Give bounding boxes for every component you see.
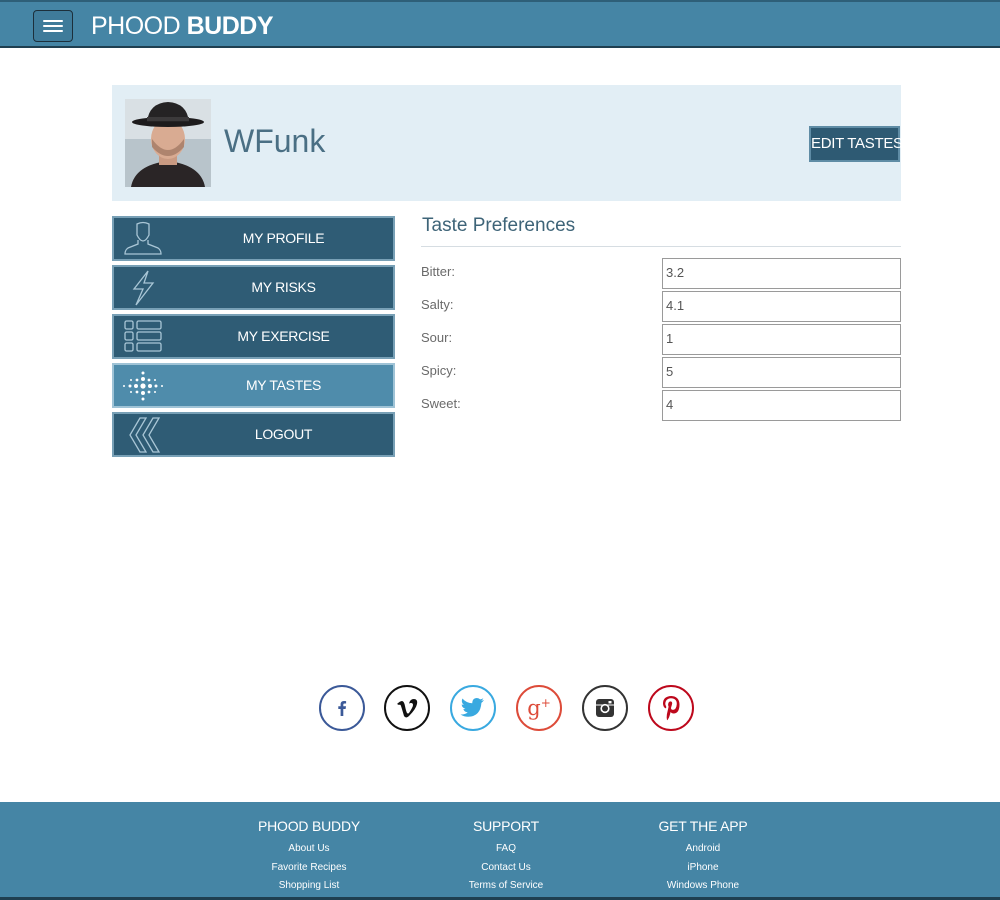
edit-tastes-button[interactable]: EDIT TASTES (809, 126, 903, 162)
sidebar-item-logout[interactable]: LOGOUT (112, 412, 395, 457)
chevrons-left-icon (120, 416, 166, 454)
footer-column-phood-buddy: PHOOD BUDDY About Us Favorite Recipes Sh… (209, 818, 409, 896)
footer-column-title: PHOOD BUDDY (257, 818, 361, 834)
sweet-input[interactable]: 4 (662, 390, 901, 421)
footer-link-favorite-recipes[interactable]: Favorite Recipes (209, 859, 409, 878)
sidebar-item-label: MY PROFILE (242, 230, 325, 246)
taste-label: Salty: (421, 297, 454, 312)
footer-link-contact-us[interactable]: Contact Us (406, 859, 606, 878)
hamburger-menu-icon[interactable] (33, 10, 73, 42)
sidebar-item-my-exercise[interactable]: MY EXERCISE (112, 314, 395, 359)
list-icon (120, 318, 166, 356)
pinterest-icon[interactable] (648, 685, 694, 731)
taste-row-bitter: Bitter: 3.2 (421, 256, 901, 289)
footer-link-faq[interactable]: FAQ (406, 840, 606, 859)
profile-username: WFunk (224, 123, 326, 159)
sidebar-item-label: LOGOUT (254, 426, 313, 442)
top-navbar: PHOOD BUDDY (0, 0, 1000, 48)
profile-header-panel: WFunk EDIT TASTES (112, 85, 903, 201)
sidebar-item-my-tastes[interactable]: MY TASTES (112, 363, 395, 408)
brand-text-light: PHOOD (91, 12, 187, 40)
avatar (125, 99, 211, 187)
brand-logo[interactable]: PHOOD BUDDY (91, 12, 274, 41)
taste-row-spicy: Spicy: 5 (421, 355, 901, 388)
taste-row-sweet: Sweet: 4 (421, 388, 901, 421)
footer-link-iphone[interactable]: iPhone (603, 859, 803, 878)
bitter-input[interactable]: 3.2 (662, 258, 901, 289)
footer-link-about-us[interactable]: About Us (209, 840, 409, 859)
google-plus-icon[interactable]: g+ (516, 685, 562, 731)
spicy-input[interactable]: 5 (662, 357, 901, 388)
sidebar-item-my-risks[interactable]: MY RISKS (112, 265, 395, 310)
footer-link-terms-of-service[interactable]: Terms of Service (406, 877, 606, 896)
taste-label: Spicy: (421, 363, 457, 378)
sidebar-item-my-profile[interactable]: MY PROFILE (112, 216, 395, 261)
sour-input[interactable]: 1 (662, 324, 901, 355)
sidebar-item-label: MY EXERCISE (237, 328, 330, 344)
brand-text-bold: BUDDY (186, 12, 274, 40)
footer-column-title: GET THE APP (658, 818, 748, 834)
taste-preferences-section: Taste Preferences Bitter: 3.2 Salty: 4.1… (421, 213, 901, 421)
footer-column-get-the-app: GET THE APP Android iPhone Windows Phone (603, 818, 803, 896)
dots-icon (120, 367, 166, 405)
sidebar-item-label: MY RISKS (251, 279, 316, 295)
footer-column-title: SUPPORT (472, 818, 540, 834)
vimeo-icon[interactable] (384, 685, 430, 731)
footer-column-support: SUPPORT FAQ Contact Us Terms of Service (406, 818, 606, 896)
footer-link-windows-phone[interactable]: Windows Phone (603, 877, 803, 896)
footer-link-android[interactable]: Android (603, 840, 803, 859)
facebook-icon[interactable] (319, 685, 365, 731)
footer: PHOOD BUDDY About Us Favorite Recipes Sh… (0, 802, 1000, 900)
sidebar-nav: MY PROFILE MY RISKS MY EXERCISE MY TASTE… (112, 216, 395, 461)
instagram-icon[interactable] (582, 685, 628, 731)
footer-link-shopping-list[interactable]: Shopping List (209, 877, 409, 896)
twitter-icon[interactable] (450, 685, 496, 731)
person-icon (120, 220, 166, 258)
taste-label: Bitter: (421, 264, 455, 279)
taste-row-sour: Sour: 1 (421, 322, 901, 355)
taste-row-salty: Salty: 4.1 (421, 289, 901, 322)
google-plus-glyph: g+ (527, 696, 551, 720)
taste-preferences-title: Taste Preferences (421, 213, 901, 247)
sidebar-item-label: MY TASTES (245, 377, 322, 393)
taste-label: Sour: (421, 330, 453, 345)
taste-label: Sweet: (421, 396, 461, 411)
lightning-icon (120, 269, 166, 307)
salty-input[interactable]: 4.1 (662, 291, 901, 322)
